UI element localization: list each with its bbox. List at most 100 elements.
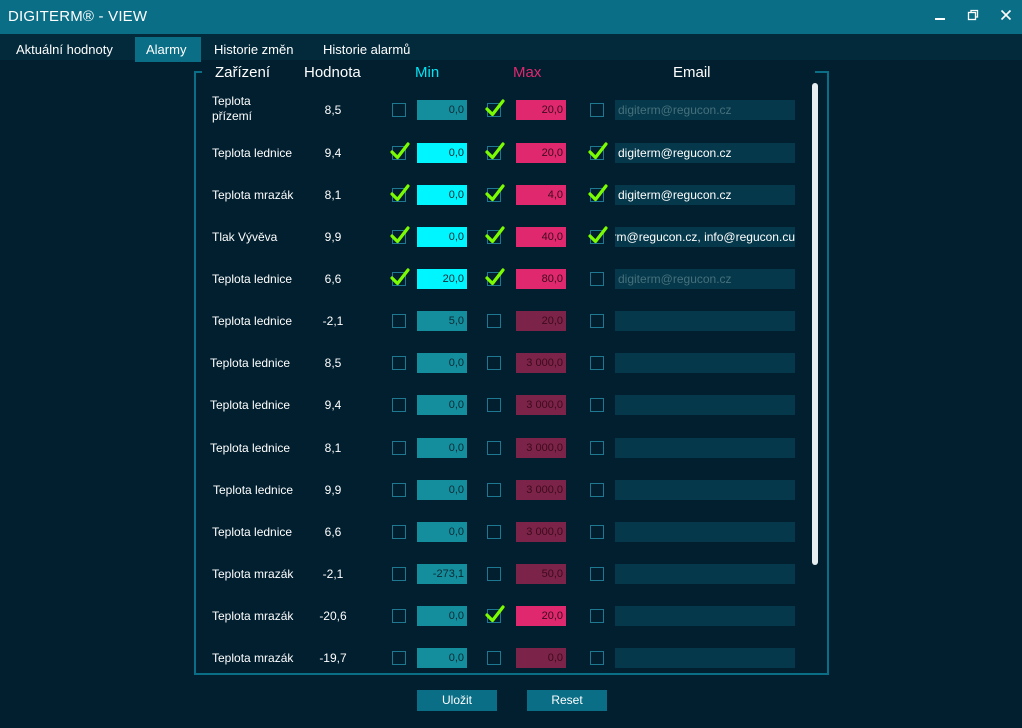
restore-icon[interactable] (962, 6, 984, 26)
email-checkbox[interactable] (590, 567, 604, 581)
email-checkbox[interactable] (590, 272, 604, 286)
max-input[interactable]: 3 000,0 (516, 438, 566, 458)
email-checkbox[interactable] (588, 184, 608, 202)
email-input[interactable]: digiterm@regucon.cz (615, 185, 795, 205)
email-input[interactable] (615, 648, 795, 668)
max-checkbox[interactable] (487, 398, 501, 412)
min-checkbox[interactable] (392, 441, 406, 455)
max-checkbox[interactable] (487, 651, 501, 665)
email-checkbox[interactable] (590, 525, 604, 539)
email-checkbox[interactable] (590, 483, 604, 497)
table-row: Teplota lednice 9,4 0,0 20,0 digiterm@reguco… (0, 132, 1022, 174)
max-input[interactable]: 3 000,0 (516, 353, 566, 373)
min-input[interactable]: 0,0 (417, 606, 467, 626)
min-checkbox[interactable] (392, 483, 406, 497)
min-checkbox[interactable] (392, 314, 406, 328)
min-input[interactable]: 0,0 (417, 100, 467, 120)
min-input[interactable]: 0,0 (417, 353, 467, 373)
email-input[interactable]: digiterm@regucon.cz (615, 269, 795, 289)
min-input[interactable]: 20,0 (417, 269, 467, 289)
max-input[interactable]: 0,0 (516, 648, 566, 668)
max-checkbox[interactable] (485, 226, 505, 244)
max-checkbox[interactable] (487, 525, 501, 539)
min-value: 0,0 (448, 442, 464, 454)
min-input[interactable]: 0,0 (417, 185, 467, 205)
min-input[interactable]: 0,0 (417, 227, 467, 247)
max-input[interactable]: 20,0 (516, 606, 566, 626)
minimize-icon[interactable] (929, 6, 951, 26)
max-checkbox[interactable] (487, 441, 501, 455)
min-checkbox[interactable] (392, 609, 406, 623)
email-input[interactable]: rm@regucon.cz, info@regucon.cu (615, 227, 795, 247)
tab-change-history[interactable]: Historie změn (206, 37, 301, 62)
tab-alarm-history[interactable]: Historie alarmů (315, 37, 418, 62)
min-checkbox[interactable] (390, 184, 410, 202)
email-input[interactable] (615, 353, 795, 373)
max-input[interactable]: 3 000,0 (516, 480, 566, 500)
min-checkbox[interactable] (392, 525, 406, 539)
max-checkbox[interactable] (487, 567, 501, 581)
email-input[interactable] (615, 606, 795, 626)
min-input[interactable]: 0,0 (417, 648, 467, 668)
email-input[interactable] (615, 395, 795, 415)
max-input[interactable]: 80,0 (516, 269, 566, 289)
min-input[interactable]: 0,0 (417, 522, 467, 542)
min-input[interactable]: -273,1 (417, 564, 467, 584)
email-input[interactable]: digiterm@regucon.cz (615, 143, 795, 163)
device-name: Teplota přízemí (212, 94, 253, 123)
email-checkbox[interactable] (590, 651, 604, 665)
save-button[interactable]: Uložit (417, 690, 497, 711)
email-input[interactable] (615, 438, 795, 458)
min-input[interactable]: 0,0 (417, 395, 467, 415)
max-input[interactable]: 20,0 (516, 143, 566, 163)
max-checkbox[interactable] (485, 184, 505, 202)
device-name: Teplota lednice (210, 356, 291, 370)
min-input[interactable]: 0,0 (417, 438, 467, 458)
max-input[interactable]: 4,0 (516, 185, 566, 205)
max-input[interactable]: 20,0 (516, 311, 566, 331)
email-input[interactable]: digiterm@regucon.cz (615, 100, 795, 120)
min-checkbox[interactable] (392, 103, 406, 117)
min-checkbox[interactable] (392, 567, 406, 581)
email-input[interactable] (615, 522, 795, 542)
max-input[interactable]: 3 000,0 (516, 395, 566, 415)
max-checkbox[interactable] (485, 142, 505, 160)
max-checkbox[interactable] (485, 268, 505, 286)
min-checkbox[interactable] (392, 398, 406, 412)
email-checkbox[interactable] (590, 314, 604, 328)
max-input[interactable]: 3 000,0 (516, 522, 566, 542)
max-checkbox[interactable] (487, 483, 501, 497)
min-input[interactable]: 5,0 (417, 311, 467, 331)
max-input[interactable]: 40,0 (516, 227, 566, 247)
email-input[interactable] (615, 564, 795, 584)
max-checkbox[interactable] (487, 356, 501, 370)
min-input[interactable]: 0,0 (417, 480, 467, 500)
max-checkbox[interactable] (487, 314, 501, 328)
max-input[interactable]: 20,0 (516, 100, 566, 120)
scrollbar[interactable] (812, 83, 818, 565)
email-checkbox[interactable] (590, 609, 604, 623)
table-row: Teplota lednice 9,4 0,0 3 000,0 (0, 384, 1022, 426)
email-checkbox[interactable] (590, 356, 604, 370)
email-checkbox[interactable] (588, 226, 608, 244)
email-input[interactable] (615, 311, 795, 331)
min-input[interactable]: 0,0 (417, 143, 467, 163)
close-icon[interactable] (995, 6, 1017, 26)
max-input[interactable]: 50,0 (516, 564, 566, 584)
email-text: digiterm@regucon.cz (618, 272, 732, 286)
max-checkbox[interactable] (485, 99, 505, 117)
min-checkbox[interactable] (392, 651, 406, 665)
min-checkbox[interactable] (390, 142, 410, 160)
min-checkbox[interactable] (392, 356, 406, 370)
email-checkbox[interactable] (588, 142, 608, 160)
tab-current-values[interactable]: Aktuální hodnoty (8, 37, 121, 62)
email-checkbox[interactable] (590, 398, 604, 412)
max-checkbox[interactable] (485, 605, 505, 623)
min-checkbox[interactable] (390, 268, 410, 286)
tab-alarms[interactable]: Alarmy (135, 37, 201, 62)
email-checkbox[interactable] (590, 103, 604, 117)
email-checkbox[interactable] (590, 441, 604, 455)
reset-button[interactable]: Reset (527, 690, 607, 711)
min-checkbox[interactable] (390, 226, 410, 244)
email-input[interactable] (615, 480, 795, 500)
